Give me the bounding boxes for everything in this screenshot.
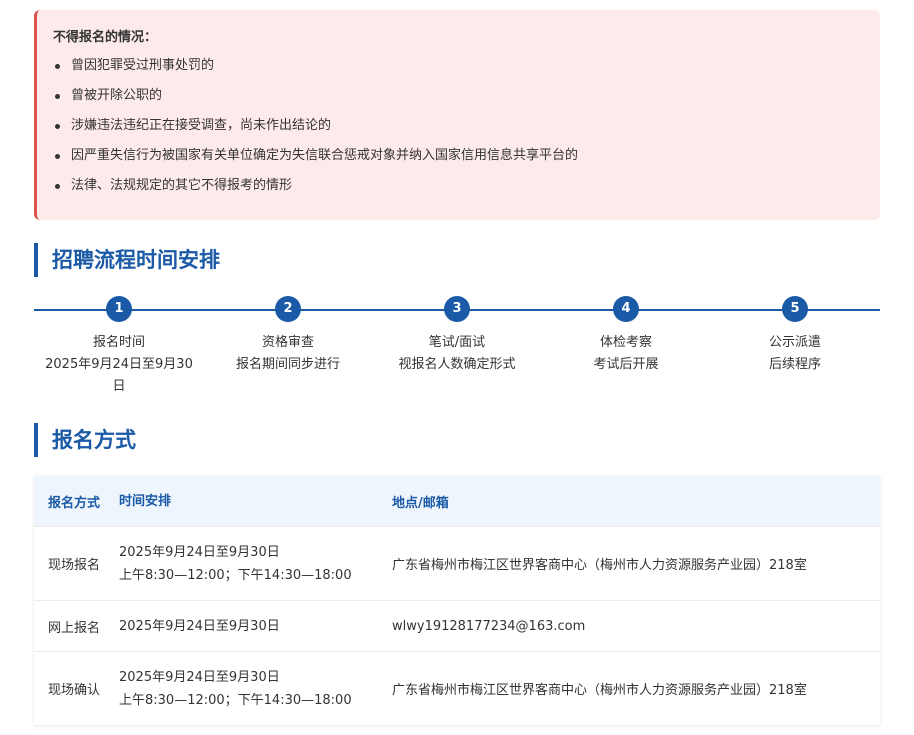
step-label: 报名时间 <box>92 335 145 350</box>
cell-time: 2025年9月24日至9月30日 上午8:30—12:00；下午14:30—18… <box>119 666 392 712</box>
step-number: 1 <box>106 296 132 322</box>
timeline-step-4: 4 体检考察 考试后开展 <box>541 296 711 376</box>
cell-method: 网上报名 <box>48 620 101 636</box>
timeline-step-2: 2 资格审查 报名期间同步进行 <box>203 296 373 376</box>
step-label: 笔试/面试 <box>428 335 486 350</box>
registration-table: 报名方式 时间安排 地点/邮箱 现场报名 2025年9月24日至9月30日 上午… <box>34 476 880 725</box>
step-number: 4 <box>613 296 639 322</box>
bullet-icon <box>55 154 60 159</box>
cell-email[interactable]: wlwy19128177234@163.com <box>392 619 880 634</box>
cell-hours: 上午8:30—12:00；下午14:30—18:00 <box>119 692 352 708</box>
process-section-title: 招聘流程时间安排 <box>34 243 880 277</box>
step-detail: 后续程序 <box>768 357 821 372</box>
list-item: 法律、法规规定的其它不得报考的情形 <box>53 177 864 207</box>
cell-time: 2025年9月24日至9月30日 <box>119 615 392 638</box>
restrictions-alert: 不得报名的情况： 曾因犯罪受过刑事处罚的 曾被开除公职的 涉嫌违法违纪正在接受调… <box>34 10 880 220</box>
cell-date: 2025年9月24日至9月30日 <box>119 618 280 634</box>
table-row: 现场报名 2025年9月24日至9月30日 上午8:30—12:00；下午14:… <box>34 527 880 601</box>
cell-place: 广东省梅州市梅江区世界客商中心（梅州市人力资源服务产业园）218室 <box>392 558 807 573</box>
list-item: 曾被开除公职的 <box>53 87 864 117</box>
timeline-step-5: 5 公示派遣 后续程序 <box>710 296 880 376</box>
cell-method: 现场报名 <box>48 558 101 573</box>
table-header-row: 报名方式 时间安排 地点/邮箱 <box>34 476 880 527</box>
cell-date: 2025年9月24日至9月30日 <box>119 669 280 685</box>
step-label: 体检考察 <box>599 335 652 350</box>
header-time: 时间安排 <box>119 493 172 509</box>
step-detail: 2025年9月24日至9月30日 <box>45 357 193 394</box>
step-number: 2 <box>275 296 301 322</box>
step-detail: 报名期间同步进行 <box>235 357 340 372</box>
list-item: 因严重失信行为被国家有关单位确定为失信联合惩戒对象并纳入国家信用信息共享平台的 <box>53 147 864 177</box>
bullet-icon <box>55 184 60 189</box>
step-detail: 视报名人数确定形式 <box>398 357 516 372</box>
table-row: 网上报名 2025年9月24日至9月30日 wlwy19128177234@16… <box>34 601 880 652</box>
timeline-step-3: 3 笔试/面试 视报名人数确定形式 <box>372 296 542 376</box>
restrictions-list: 曾因犯罪受过刑事处罚的 曾被开除公职的 涉嫌违法违纪正在接受调查，尚未作出结论的… <box>53 57 864 207</box>
step-number: 3 <box>444 296 470 322</box>
process-timeline: 1 报名时间 2025年9月24日至9月30日 2 资格审查 报名期间同步进行 … <box>34 296 880 406</box>
cell-date: 2025年9月24日至9月30日 <box>119 544 280 560</box>
cell-method: 现场确认 <box>48 683 101 698</box>
list-item: 涉嫌违法违纪正在接受调查，尚未作出结论的 <box>53 117 864 147</box>
header-place: 地点/邮箱 <box>392 495 449 511</box>
header-method: 报名方式 <box>48 495 101 511</box>
cell-place: 广东省梅州市梅江区世界客商中心（梅州市人力资源服务产业园）218室 <box>392 683 807 698</box>
bullet-icon <box>55 124 60 129</box>
cell-time: 2025年9月24日至9月30日 上午8:30—12:00；下午14:30—18… <box>119 541 392 587</box>
restrictions-title: 不得报名的情况： <box>53 30 158 45</box>
cell-hours: 上午8:30—12:00；下午14:30—18:00 <box>119 567 352 583</box>
step-label: 公示派遣 <box>768 335 821 350</box>
registration-section-title: 报名方式 <box>34 423 880 457</box>
list-item: 曾因犯罪受过刑事处罚的 <box>53 57 864 87</box>
step-detail: 考试后开展 <box>593 357 659 372</box>
timeline-step-1: 1 报名时间 2025年9月24日至9月30日 <box>34 296 204 398</box>
step-number: 5 <box>782 296 808 322</box>
bullet-icon <box>55 64 60 69</box>
bullet-icon <box>55 94 60 99</box>
step-label: 资格审查 <box>261 335 314 350</box>
table-row: 现场确认 2025年9月24日至9月30日 上午8:30—12:00；下午14:… <box>34 652 880 725</box>
